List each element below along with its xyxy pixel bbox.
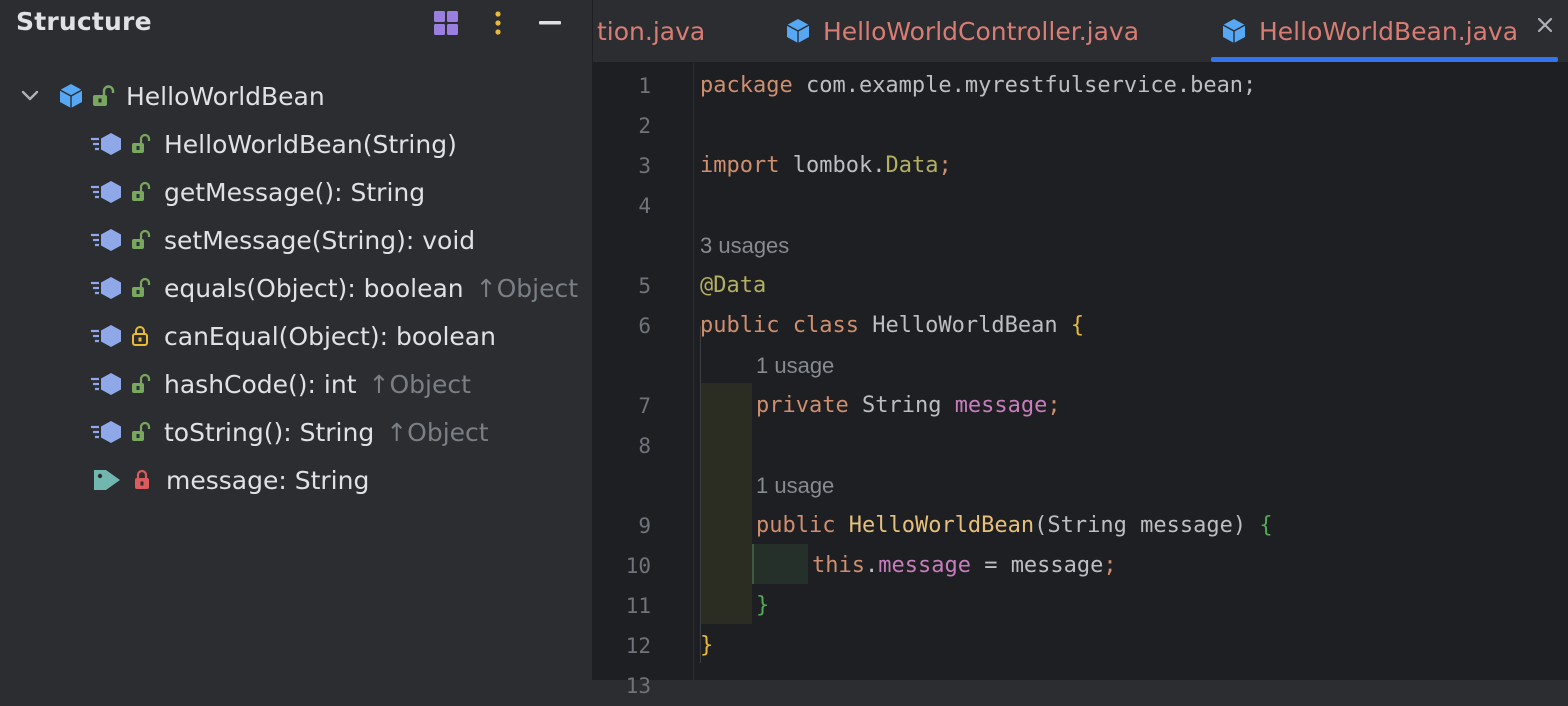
tag-icon <box>94 470 120 490</box>
lock-open-icon <box>93 85 115 106</box>
line-number: 6 <box>638 314 651 338</box>
tree-root-label: HelloWorldBean <box>126 81 325 111</box>
class-icon <box>59 84 83 108</box>
minimize-icon[interactable] <box>536 9 564 37</box>
member-label: HelloWorldBean(String) <box>164 129 457 159</box>
line-number: 12 <box>625 634 651 658</box>
member-label: canEqual(Object): boolean <box>164 321 496 351</box>
code-line: } <box>756 593 770 618</box>
tab-application[interactable]: tion.java <box>597 0 705 62</box>
code-line: public HelloWorldBean(String message) { <box>756 513 1273 538</box>
line-number: 10 <box>625 554 651 578</box>
member-label: message: String <box>166 465 370 495</box>
line-number: 8 <box>638 434 651 458</box>
code-area[interactable]: package com.example.myrestfulservice.bea… <box>700 63 1560 680</box>
method-class-icon <box>91 325 121 347</box>
panel-title: Structure <box>16 7 152 36</box>
structure-panel: Structure HelloWorldBean HelloWorldBean(… <box>0 0 593 680</box>
member-label: hashCode(): int <box>164 369 357 399</box>
method-class-icon <box>91 277 121 299</box>
close-icon[interactable] <box>1532 12 1558 38</box>
lock-open-icon <box>132 181 151 201</box>
line-number: 4 <box>638 194 651 218</box>
method-class-icon <box>91 181 121 203</box>
tree-root-class[interactable]: HelloWorldBean <box>18 72 325 120</box>
method-class-icon <box>91 133 121 155</box>
tree-member[interactable]: toString(): String ↑Object <box>90 408 489 456</box>
java-class-icon <box>786 19 810 43</box>
lock-open-icon <box>132 373 151 393</box>
lock-open-icon <box>132 421 151 441</box>
inherited-from: ↑Object <box>368 369 471 399</box>
method-class-icon <box>91 421 121 443</box>
tree-member[interactable]: equals(Object): boolean ↑Object <box>90 264 578 312</box>
usages-hint[interactable]: 1 usage <box>756 466 834 506</box>
tab-helloworldbean[interactable]: HelloWorldBean.java <box>1210 0 1559 62</box>
tab-label: tion.java <box>597 16 706 46</box>
code-line: import lombok.Data; <box>700 153 952 178</box>
more-vertical-icon[interactable] <box>484 9 512 37</box>
lock-protected-icon <box>132 326 148 346</box>
code-line: @Data <box>700 273 767 298</box>
indent-guide <box>700 326 701 663</box>
usages-hint[interactable]: 1 usage <box>756 346 834 386</box>
line-number: 11 <box>625 594 651 618</box>
lock-open-icon <box>132 229 151 249</box>
method-class-icon <box>91 229 121 251</box>
code-line: package com.example.myrestfulservice.bea… <box>700 73 1257 98</box>
inherited-from: ↑Object <box>386 417 489 447</box>
editor-tabs: tion.java HelloWorldController.java Hell… <box>593 0 1568 63</box>
line-number: 7 <box>638 394 651 418</box>
tab-label: HelloWorldBean.java <box>1259 16 1519 46</box>
member-label: setMessage(String): void <box>164 225 476 255</box>
chevron-down-icon[interactable] <box>18 84 42 108</box>
tree-field[interactable]: message: String <box>92 456 381 504</box>
scope-highlight <box>700 383 752 624</box>
tree-member[interactable]: getMessage(): String <box>90 168 437 216</box>
code-line: } <box>700 633 714 658</box>
member-label: toString(): String <box>164 417 375 447</box>
line-number: 1 <box>638 74 651 98</box>
method-class-icon <box>91 373 121 395</box>
member-label: equals(Object): boolean <box>164 273 464 303</box>
member-label: getMessage(): String <box>164 177 426 207</box>
java-class-icon <box>1222 19 1246 43</box>
tab-label: HelloWorldController.java <box>823 16 1140 46</box>
lock-open-icon <box>132 133 151 153</box>
line-number: 2 <box>638 114 651 138</box>
tree-member[interactable]: setMessage(String): void <box>90 216 487 264</box>
code-line: public class HelloWorldBean { <box>700 313 1085 338</box>
tree-member[interactable]: HelloWorldBean(String) <box>90 120 469 168</box>
line-number-gutter: 1 2 3 4 5 6 7 8 9 10 11 12 13 <box>593 63 694 698</box>
line-number: 5 <box>638 274 651 298</box>
line-number: 3 <box>638 154 651 178</box>
lock-open-icon <box>132 277 151 297</box>
tree-member[interactable]: hashCode(): int ↑Object <box>90 360 471 408</box>
code-line: private String message; <box>756 393 1061 418</box>
lock-private-icon <box>135 469 149 489</box>
code-editor[interactable]: tion.java HelloWorldController.java Hell… <box>593 0 1568 698</box>
scope-highlight <box>752 544 808 584</box>
tree-member[interactable]: canEqual(Object): boolean <box>90 312 508 360</box>
inherited-from: ↑Object <box>475 273 579 303</box>
tab-helloworldcontroller[interactable]: HelloWorldController.java <box>785 0 1139 62</box>
line-number: 13 <box>625 674 651 698</box>
line-number: 9 <box>638 514 651 538</box>
layout-icon[interactable] <box>432 9 460 37</box>
code-line: this.message = message; <box>812 553 1117 578</box>
usages-hint[interactable]: 3 usages <box>700 226 789 266</box>
